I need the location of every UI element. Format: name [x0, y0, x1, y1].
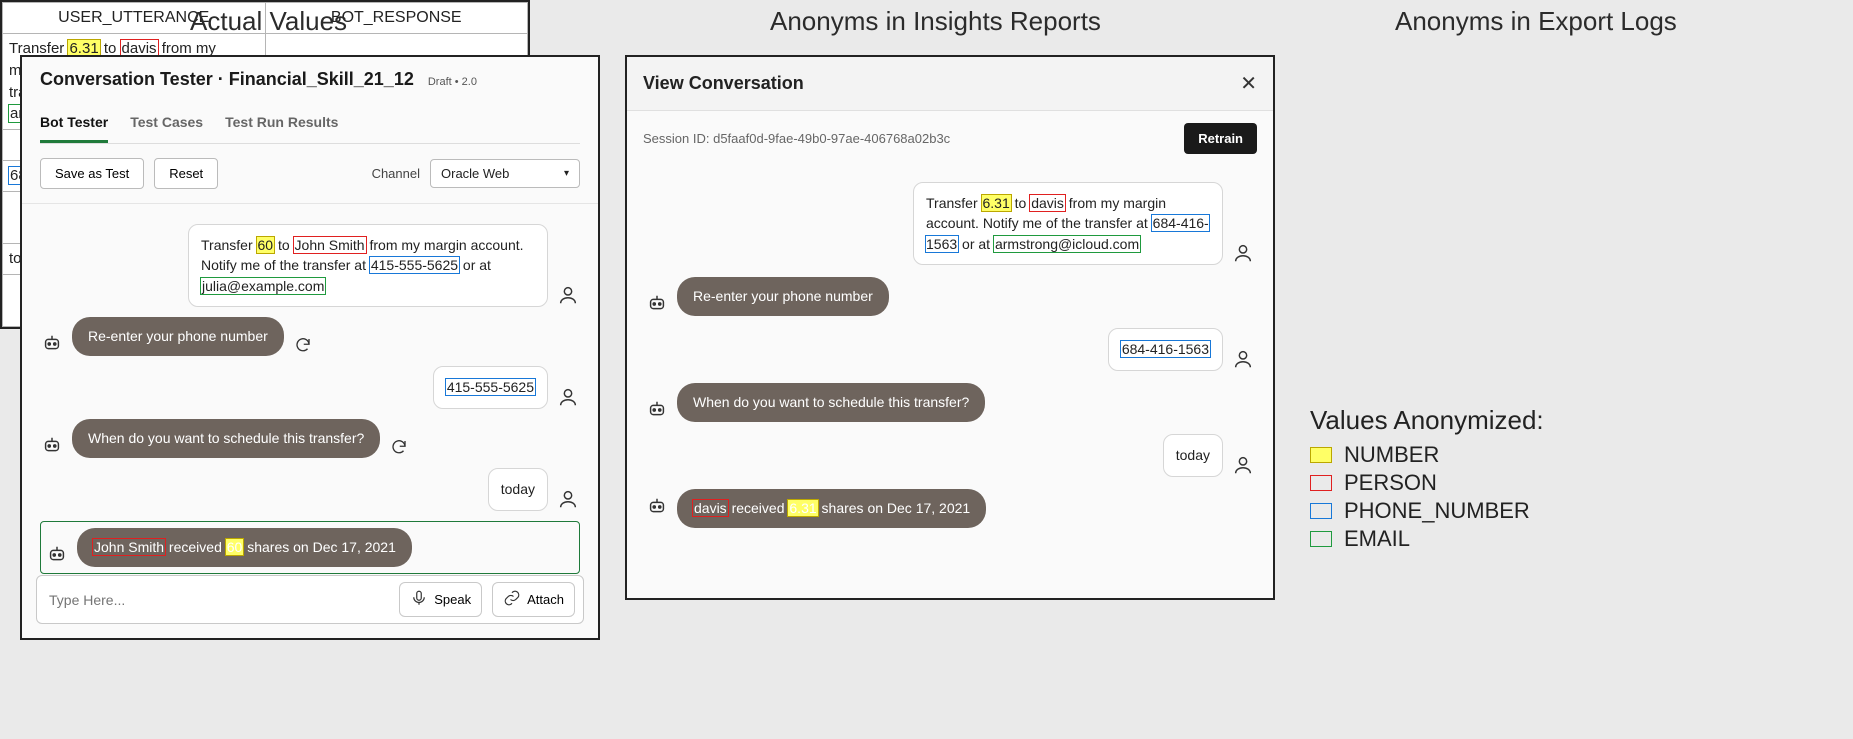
text: shares on Dec 17, 2021: [818, 500, 971, 516]
bot-msg-6: John Smith received 60 shares on Dec 17,…: [77, 528, 412, 568]
user-icon: [556, 283, 580, 307]
text: received: [728, 500, 789, 516]
conversation-tester-panel: Conversation Tester · Financial_Skill_21…: [20, 55, 600, 640]
message-input-bar: Speak Attach: [36, 575, 584, 624]
refresh-icon[interactable]: [388, 436, 410, 458]
swatch-number: [1310, 447, 1332, 463]
tab-test-cases[interactable]: Test Cases: [130, 108, 203, 143]
hl-person: davis: [693, 500, 728, 516]
hl-phone: 415-555-5625: [370, 257, 459, 273]
bot-msg-2: Re-enter your phone number: [72, 317, 284, 357]
retrain-button[interactable]: Retrain: [1184, 123, 1257, 154]
text: shares on Dec 17, 2021: [243, 539, 396, 555]
legend-label: EMAIL: [1344, 526, 1410, 552]
viewer-user-msg-5: today: [1163, 434, 1223, 476]
viewer-bot-msg-2: Re-enter your phone number: [677, 277, 889, 317]
swatch-email: [1310, 531, 1332, 547]
legend-number: NUMBER: [1310, 442, 1544, 468]
session-id-value: d5faaf0d-9fae-49b0-97ae-406768a02b3c: [713, 131, 950, 146]
hl-email: armstrong@icloud.com: [994, 236, 1140, 252]
viewer-bot-msg-6: davis received 6.31 shares on Dec 17, 20…: [677, 489, 986, 529]
bot-icon: [40, 332, 64, 356]
viewer-user-msg-3: 684-416-1563: [1108, 328, 1223, 370]
legend: Values Anonymized: NUMBER PERSON PHONE_N…: [1310, 405, 1544, 554]
hl-phone: 684-416-1563: [1121, 341, 1210, 357]
hl-email: julia@example.com: [201, 278, 325, 294]
reset-button[interactable]: Reset: [154, 158, 218, 189]
speak-label: Speak: [434, 592, 471, 607]
session-label: Session ID:: [643, 131, 713, 146]
user-icon: [1231, 453, 1255, 477]
bot-icon: [645, 495, 669, 519]
text: or at: [958, 236, 994, 252]
channel-label: Channel: [372, 166, 420, 181]
session-id: Session ID: d5faaf0d-9fae-49b0-97ae-4067…: [643, 131, 950, 146]
legend-title: Values Anonymized:: [1310, 405, 1544, 436]
heading-actual: Actual Values: [190, 6, 347, 37]
channel-value: Oracle Web: [441, 166, 509, 181]
hl-number: 60: [257, 237, 275, 253]
tester-title: Conversation Tester · Financial_Skill_21…: [40, 69, 414, 90]
viewer-bot-msg-4: When do you want to schedule this transf…: [677, 383, 985, 423]
user-icon: [556, 487, 580, 511]
bot-msg-4: When do you want to schedule this transf…: [72, 419, 380, 459]
hl-person: davis: [1030, 195, 1065, 211]
legend-label: NUMBER: [1344, 442, 1439, 468]
attach-button[interactable]: Attach: [492, 582, 575, 617]
legend-label: PHONE_NUMBER: [1344, 498, 1530, 524]
tester-skill: Financial_Skill_21_12: [229, 69, 414, 89]
legend-email: EMAIL: [1310, 526, 1544, 552]
legend-label: PERSON: [1344, 470, 1437, 496]
user-msg-1: Transfer 60 to John Smith from my margin…: [188, 224, 548, 307]
heading-export: Anonyms in Export Logs: [1395, 6, 1677, 37]
message-input[interactable]: [45, 586, 389, 614]
hl-phone: 415-555-5625: [446, 379, 535, 395]
bot-icon: [40, 434, 64, 458]
swatch-person: [1310, 475, 1332, 491]
tester-title-prefix: Conversation Tester ·: [40, 69, 229, 89]
user-icon: [1231, 241, 1255, 265]
hl-person: John Smith: [93, 539, 165, 555]
user-msg-3: 415-555-5625: [433, 366, 548, 408]
speak-button[interactable]: Speak: [399, 582, 482, 617]
bot-icon: [645, 398, 669, 422]
text: or at: [459, 257, 491, 273]
hl-person: John Smith: [294, 237, 366, 253]
text: Transfer: [926, 195, 982, 211]
user-msg-5: today: [488, 468, 548, 510]
legend-person: PERSON: [1310, 470, 1544, 496]
bot-icon: [45, 543, 69, 567]
legend-phone: PHONE_NUMBER: [1310, 498, 1544, 524]
text: to: [1011, 195, 1030, 211]
tab-run-results[interactable]: Test Run Results: [225, 108, 338, 143]
attach-label: Attach: [527, 592, 564, 607]
viewer-title: View Conversation: [643, 73, 804, 94]
text: to: [274, 237, 293, 253]
tab-bot-tester[interactable]: Bot Tester: [40, 108, 108, 143]
hl-number: 6.31: [982, 195, 1011, 211]
refresh-icon[interactable]: [292, 334, 314, 356]
link-icon: [503, 589, 521, 610]
bot-icon: [645, 292, 669, 316]
tester-tabs: Bot Tester Test Cases Test Run Results: [40, 108, 580, 144]
save-as-test-button[interactable]: Save as Test: [40, 158, 144, 189]
tester-status: Draft • 2.0: [428, 76, 477, 88]
viewer-user-msg-1: Transfer 6.31 to davis from my margin ac…: [913, 182, 1223, 265]
text: received: [165, 539, 226, 555]
hl-number: 60: [226, 539, 244, 555]
heading-insights: Anonyms in Insights Reports: [770, 6, 1101, 37]
mic-icon: [410, 589, 428, 610]
swatch-phone: [1310, 503, 1332, 519]
text: Transfer: [201, 237, 257, 253]
channel-select[interactable]: Oracle Web: [430, 159, 580, 188]
user-icon: [1231, 347, 1255, 371]
user-icon: [556, 385, 580, 409]
hl-number: 6.31: [788, 500, 817, 516]
close-icon[interactable]: ✕: [1240, 71, 1257, 96]
view-conversation-panel: View Conversation ✕ Session ID: d5faaf0d…: [625, 55, 1275, 600]
